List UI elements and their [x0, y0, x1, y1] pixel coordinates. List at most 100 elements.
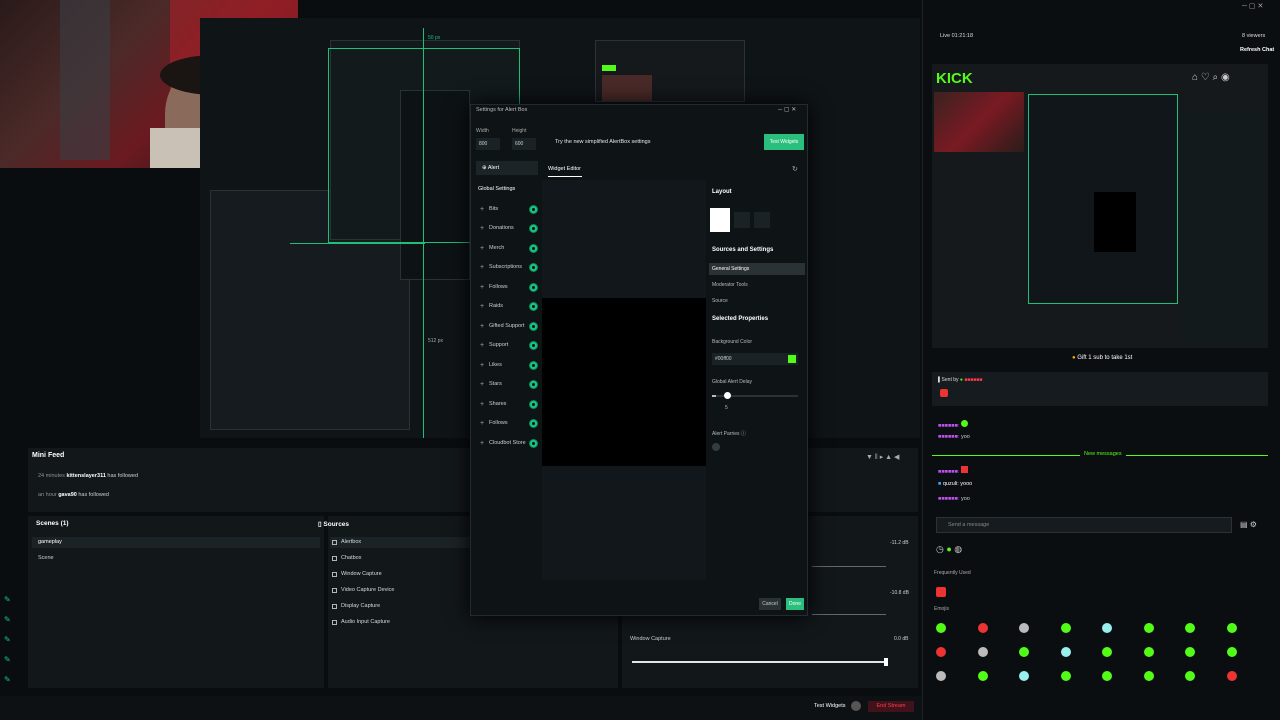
- emote-tabs[interactable]: ◷ ● ◍: [936, 544, 962, 555]
- emoji-icon[interactable]: [1143, 647, 1154, 657]
- feed-item[interactable]: an hour gava90 has followed: [38, 492, 109, 498]
- emoji-icon[interactable]: [1019, 623, 1029, 633]
- widget-editor-tab[interactable]: Widget Editor: [548, 166, 581, 172]
- emoji-icon[interactable]: [1185, 623, 1195, 633]
- emoji-icon[interactable]: [1226, 647, 1237, 657]
- emoji-icon[interactable]: [1185, 671, 1195, 681]
- toggle-switch[interactable]: [529, 204, 538, 214]
- left-toolbar[interactable]: ✎ ✎ ✎ ✎ ✎: [4, 590, 16, 700]
- color-swatch[interactable]: [788, 355, 796, 363]
- done-button[interactable]: Done: [786, 598, 804, 610]
- emoji-icon[interactable]: [1102, 671, 1112, 681]
- toggle-switch[interactable]: [529, 262, 538, 272]
- scene-item[interactable]: gameplay: [38, 539, 62, 545]
- chat-message[interactable]: ■■■■■■: yoo: [938, 496, 970, 502]
- alert-type-row[interactable]: + Support: [476, 338, 542, 352]
- send-icon[interactable]: ▤ ⚙: [1240, 520, 1257, 529]
- width-input[interactable]: 800: [476, 138, 500, 150]
- emote-icon[interactable]: [936, 587, 946, 597]
- feed-item[interactable]: 24 minutes kittenslayer311 has followed: [38, 473, 138, 479]
- alert-parries-toggle[interactable]: [712, 443, 720, 451]
- emoji-icon[interactable]: [1143, 623, 1154, 633]
- chat-message[interactable]: ■■■■■■:: [938, 466, 968, 475]
- window-controls[interactable]: ─ ▢ ✕: [778, 106, 796, 113]
- layout-option[interactable]: [734, 212, 750, 228]
- refresh-chat-button[interactable]: Refresh Chat: [1240, 47, 1274, 53]
- scene-selected[interactable]: [32, 537, 320, 548]
- emoji-icon[interactable]: [977, 671, 988, 681]
- toggle-switch[interactable]: [529, 321, 538, 331]
- alert-type-row[interactable]: + Shares: [476, 397, 542, 411]
- layout-option-selected[interactable]: [710, 208, 730, 232]
- emoji-icon[interactable]: [1226, 671, 1237, 681]
- emoji-icon[interactable]: [1102, 623, 1112, 633]
- chat-message[interactable]: ■■■■■■: yoo: [938, 434, 970, 440]
- source-item[interactable]: Display Capture: [332, 603, 380, 609]
- alert-type-row[interactable]: + Bits: [476, 202, 542, 216]
- alert-type-row[interactable]: + Merch: [476, 241, 542, 255]
- alert-type-row[interactable]: + Donations: [476, 221, 542, 235]
- emoji-icon[interactable]: [1102, 647, 1112, 657]
- emoji-icon[interactable]: [936, 671, 946, 681]
- mixer-slider[interactable]: [812, 614, 886, 615]
- alert-type-row[interactable]: + Subscriptions: [476, 260, 542, 274]
- toggle-switch[interactable]: [529, 243, 538, 253]
- alert-preview-canvas[interactable]: [542, 298, 706, 466]
- alert-type-row[interactable]: + Raids: [476, 299, 542, 313]
- emoji-icon[interactable]: [1185, 647, 1195, 657]
- toggle-switch[interactable]: [529, 340, 538, 350]
- toggle-switch[interactable]: [529, 399, 538, 409]
- emoji-icon[interactable]: [936, 647, 946, 657]
- mixer-slider-handle[interactable]: [884, 658, 888, 666]
- background-color-input[interactable]: #00ff00: [712, 353, 798, 365]
- settings-nav-item[interactable]: Source: [712, 298, 728, 304]
- source-item[interactable]: Audio Input Capture: [332, 619, 390, 625]
- feed-controls[interactable]: ▼ ‖ ▸ ▲ ◀: [866, 453, 899, 461]
- alert-type-row[interactable]: + Gifted Support: [476, 319, 542, 333]
- emoji-icon[interactable]: [1019, 647, 1029, 657]
- toggle-switch[interactable]: [529, 282, 538, 292]
- chat-message[interactable]: ■ quzuli: yooo: [938, 481, 972, 487]
- gift-banner[interactable]: ● Gift 1 sub to take 1st: [1072, 355, 1132, 361]
- alert-type-row[interactable]: + Stars: [476, 377, 542, 391]
- toggle-switch[interactable]: [529, 301, 538, 311]
- test-widgets-dialog-button[interactable]: Test Widgets: [764, 134, 804, 150]
- alert-type-row[interactable]: + Follows: [476, 416, 542, 430]
- toggle-switch[interactable]: [529, 438, 538, 448]
- emoji-icon[interactable]: [1143, 671, 1154, 681]
- settings-nav-item[interactable]: Moderator Tools: [712, 282, 748, 288]
- source-item[interactable]: Video Capture Device: [332, 587, 394, 593]
- toggle-switch[interactable]: [529, 418, 538, 428]
- test-widgets-button[interactable]: Test Widgets: [814, 703, 845, 709]
- scene-item[interactable]: Scene: [38, 555, 54, 561]
- emoji-icon[interactable]: [1060, 647, 1071, 657]
- chat-message[interactable]: ■■■■■■:: [938, 420, 968, 429]
- cancel-button[interactable]: Cancel: [759, 598, 781, 610]
- simplified-banner[interactable]: Try the new simplified AlertBox settings: [555, 139, 650, 145]
- settings-nav-item[interactable]: General Settings: [712, 266, 749, 272]
- toggle-switch[interactable]: [529, 223, 538, 233]
- layout-option[interactable]: [754, 212, 770, 228]
- mixer-slider[interactable]: [812, 566, 886, 567]
- global-settings-label[interactable]: Global Settings: [478, 186, 515, 192]
- toggle-switch[interactable]: [529, 360, 538, 370]
- record-icon[interactable]: [851, 701, 861, 711]
- stream-top-icons[interactable]: ⌂ ♡ ⌕ ◉: [1192, 72, 1230, 83]
- mixer-slider[interactable]: [632, 661, 886, 663]
- refresh-icon[interactable]: ↻: [792, 165, 798, 173]
- alert-type-row[interactable]: + Likes: [476, 358, 542, 372]
- emoji-icon[interactable]: [1226, 623, 1237, 633]
- emoji-icon[interactable]: [936, 623, 946, 633]
- kick-window-controls[interactable]: ─ ▢ ✕: [1242, 2, 1263, 10]
- emoji-icon[interactable]: [977, 647, 988, 657]
- emoji-icon[interactable]: [1060, 623, 1071, 633]
- toggle-switch[interactable]: [529, 379, 538, 389]
- emoji-icon[interactable]: [977, 623, 988, 633]
- alert-type-row[interactable]: + Cloudbot Store: [476, 436, 542, 450]
- source-item[interactable]: Chatbox: [332, 555, 362, 561]
- source-item[interactable]: Alertbox: [332, 539, 361, 545]
- alert-type-row[interactable]: + Follows: [476, 280, 542, 294]
- source-item[interactable]: Window Capture: [332, 571, 382, 577]
- height-input[interactable]: 600: [512, 138, 536, 150]
- emoji-icon[interactable]: [1060, 671, 1071, 681]
